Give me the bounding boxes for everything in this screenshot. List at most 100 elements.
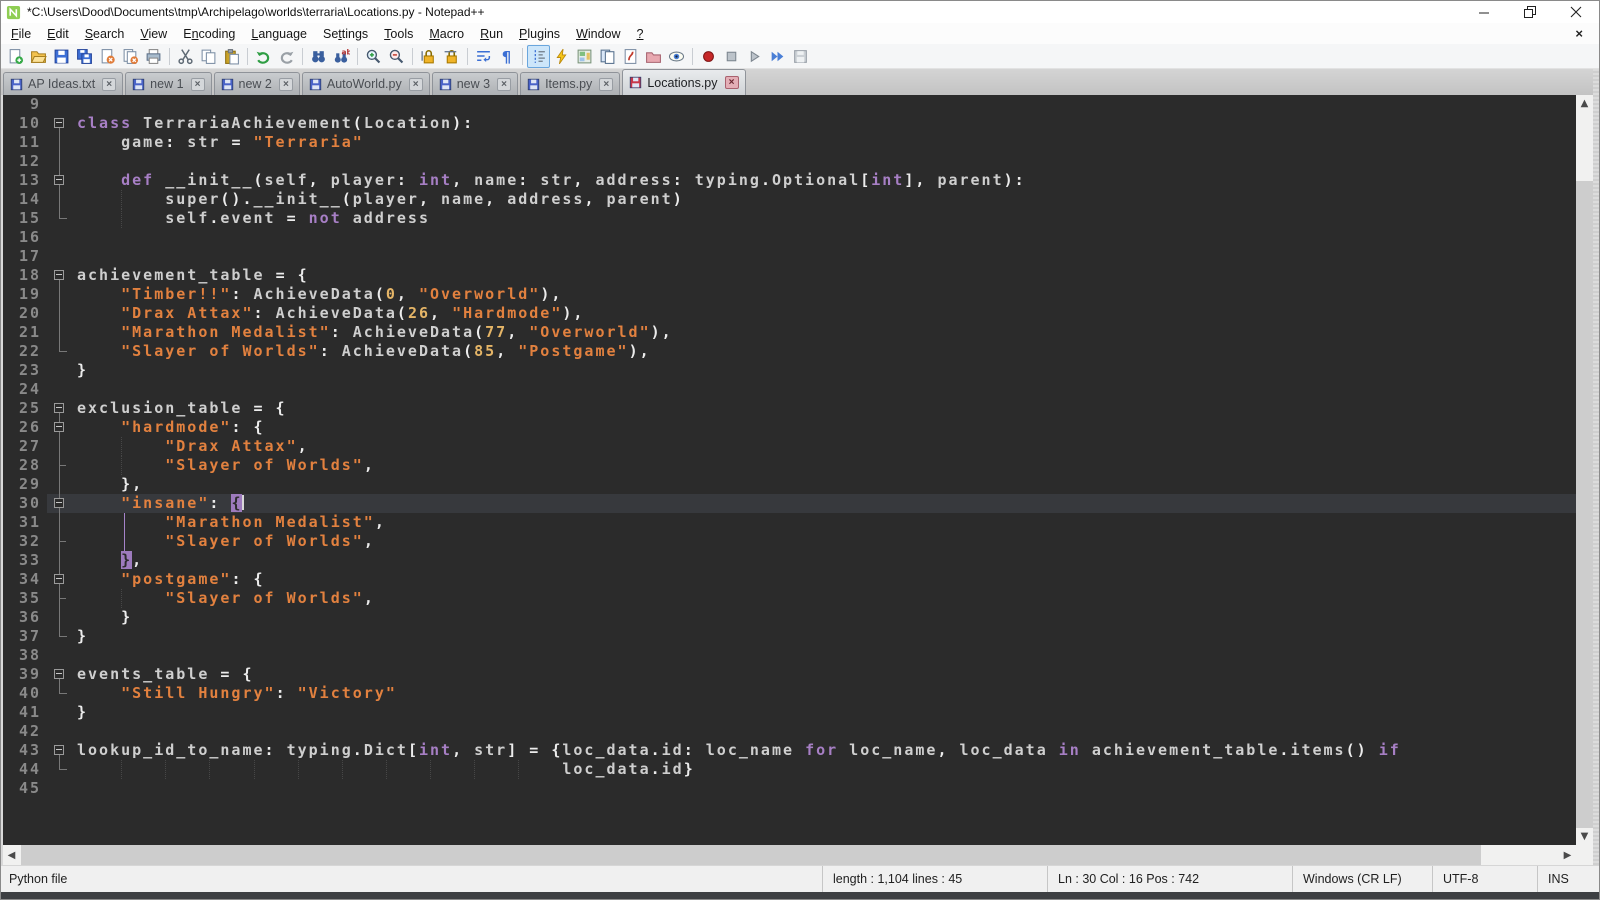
status-insert-mode[interactable]: INS [1537,866,1599,892]
status-eol-format[interactable]: Windows (CR LF) [1292,866,1432,892]
tab-close-icon[interactable]: × [497,78,511,91]
tab-items-py[interactable]: Items.py× [520,72,620,95]
tab-close-icon[interactable]: × [725,76,739,89]
menu-plugins[interactable]: Plugins [511,25,568,43]
new-file-icon[interactable] [4,45,27,68]
fold-collapse-icon[interactable] [54,118,64,128]
scroll-left-arrow-icon[interactable]: ◀ [3,845,20,865]
zoom-in-icon[interactable] [362,45,385,68]
vertical-scrollbar[interactable]: ▲ ▼ [1576,95,1593,845]
tab-new-2[interactable]: new 2× [214,72,300,95]
tab-new-1[interactable]: new 1× [125,72,211,95]
function-list-icon[interactable] [619,45,642,68]
close-button[interactable] [1553,1,1599,23]
fold-collapse-icon[interactable] [54,403,64,413]
sync-vertical-icon[interactable] [417,45,440,68]
code-text [73,95,1576,114]
show-all-chars-icon[interactable]: ¶ [495,45,518,68]
undo-icon[interactable] [252,45,275,68]
indent-guide-icon[interactable] [527,45,550,68]
line-number: 21 [3,323,47,342]
fold-collapse-icon[interactable] [54,745,64,755]
code-text: "hardmode": { [73,418,1576,437]
sync-horizontal-icon[interactable] [440,45,463,68]
code-line-44: 44 loc_data.id} [3,760,1576,779]
close-icon[interactable] [96,45,119,68]
fold-collapse-icon[interactable] [54,175,64,185]
tab-new-3[interactable]: new 3× [432,72,518,95]
code-editor[interactable]: 910class TerrariaAchievement(Location):1… [3,95,1576,845]
fold-margin [47,380,73,399]
tab-close-icon[interactable]: × [102,78,116,91]
saved-floppy-icon [309,78,322,91]
copy-icon[interactable] [197,45,220,68]
line-number: 15 [3,209,47,228]
vertical-scrollbar-thumb[interactable] [1576,181,1593,828]
tab-autoworld-py[interactable]: AutoWorld.py× [302,72,430,95]
status-encoding[interactable]: UTF-8 [1432,866,1537,892]
indent-guide [474,760,475,779]
fold-collapse-icon[interactable] [54,422,64,432]
redo-icon[interactable] [275,45,298,68]
close-all-icon[interactable] [119,45,142,68]
line-number: 11 [3,133,47,152]
save-all-icon[interactable] [73,45,96,68]
code-text: lookup_id_to_name: typing.Dict[int, str]… [73,741,1576,760]
tab-close-icon[interactable]: × [409,78,423,91]
macro-record-icon[interactable] [697,45,720,68]
menu-view[interactable]: View [132,25,175,43]
monitoring-icon[interactable] [665,45,688,68]
zoom-out-icon[interactable] [385,45,408,68]
doc-map-icon[interactable] [573,45,596,68]
open-file-icon[interactable] [27,45,50,68]
fold-collapse-icon[interactable] [54,270,64,280]
horizontal-scrollbar[interactable]: ◀ ▶ [3,845,1576,865]
cut-icon[interactable] [174,45,197,68]
macro-play-icon[interactable] [743,45,766,68]
tab-close-icon[interactable]: × [599,78,613,91]
menu-language[interactable]: Language [243,25,315,43]
save-icon[interactable] [50,45,73,68]
tab-close-icon[interactable]: × [279,78,293,91]
menu-encoding[interactable]: Encoding [175,25,243,43]
fold-collapse-icon[interactable] [54,498,64,508]
text-caret [242,495,244,510]
menu-[interactable]: ? [629,25,652,43]
menu-settings[interactable]: Settings [315,25,376,43]
scroll-up-arrow-icon[interactable]: ▲ [1576,95,1593,112]
tab-locations-py[interactable]: Locations.py× [622,69,745,95]
menu-tools[interactable]: Tools [376,25,421,43]
fold-collapse-icon[interactable] [54,574,64,584]
fold-margin [47,152,73,171]
menu-search[interactable]: Search [77,25,133,43]
paste-icon[interactable] [220,45,243,68]
code-text: "Slayer of Worlds", [73,456,1576,475]
minimize-button[interactable] [1461,1,1507,23]
doc-switcher-icon[interactable] [596,45,619,68]
macro-save-icon[interactable] [789,45,812,68]
menu-file[interactable]: File [3,25,39,43]
print-icon[interactable] [142,45,165,68]
menu-edit[interactable]: Edit [39,25,77,43]
menu-macro[interactable]: Macro [421,25,472,43]
window-bottom-border [1,892,1599,899]
macro-stop-icon[interactable] [720,45,743,68]
macro-run-multi-icon[interactable] [766,45,789,68]
find-icon[interactable] [307,45,330,68]
scroll-right-arrow-icon[interactable]: ▶ [1559,845,1576,865]
close-document-icon[interactable]: × [1569,26,1589,41]
tab-label: AP Ideas.txt [28,77,95,91]
replace-icon[interactable]: ab [330,45,353,68]
menu-run[interactable]: Run [472,25,511,43]
folder-workspace-icon[interactable] [642,45,665,68]
saved-floppy-icon [439,78,452,91]
tab-ap-ideas-txt[interactable]: AP Ideas.txt × [3,72,123,95]
word-wrap-icon[interactable] [472,45,495,68]
function-hint-icon[interactable] [550,45,573,68]
fold-collapse-icon[interactable] [54,669,64,679]
restore-button[interactable] [1507,1,1553,23]
tab-close-icon[interactable]: × [191,78,205,91]
menu-window[interactable]: Window [568,25,628,43]
horizontal-scrollbar-thumb[interactable] [21,845,1481,865]
scroll-down-arrow-icon[interactable]: ▼ [1576,828,1593,845]
